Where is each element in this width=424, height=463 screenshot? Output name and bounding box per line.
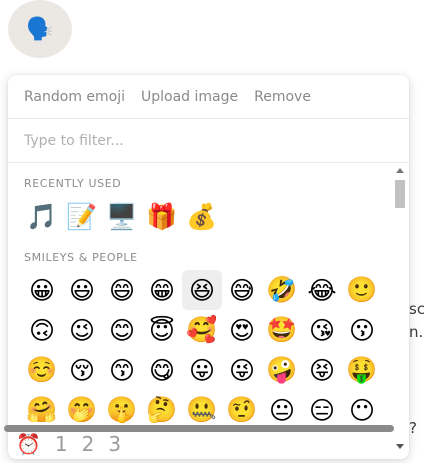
emoji-item[interactable]: 😃	[62, 270, 102, 310]
emoji-item[interactable]: 😄	[102, 270, 142, 310]
emoji-item[interactable]: 🙃	[22, 310, 62, 350]
tab-remove[interactable]: Remove	[254, 89, 311, 105]
emoji-item[interactable]: 🤭	[62, 390, 102, 430]
smileys-row-1: 😀 😃 😄 😁 😆 😅 🤣 😂 🙂	[22, 270, 382, 310]
speaking-head-icon: 🗣️	[26, 16, 54, 42]
emoji-item[interactable]: 😉	[62, 310, 102, 350]
page-2-button[interactable]: 2	[82, 432, 95, 456]
background-text-fragment: ?	[409, 419, 417, 437]
smileys-row-2: 🙃 😉 😊 😇 🥰 😍 🤩 😘 😗	[22, 310, 382, 350]
emoji-item[interactable]: 🤪	[262, 350, 302, 390]
emoji-item[interactable]: 🤩	[262, 310, 302, 350]
emoji-item[interactable]: 🤔	[142, 390, 182, 430]
emoji-item[interactable]: 😅	[222, 270, 262, 310]
category-footer: ⏰ 1 2 3	[16, 432, 135, 456]
emoji-item[interactable]: 🥰	[182, 310, 222, 350]
scroll-down-arrow-icon[interactable]	[396, 444, 404, 449]
emoji-memo[interactable]: 📝	[62, 197, 102, 237]
emoji-item[interactable]: 😝	[302, 350, 342, 390]
emoji-item[interactable]: 😂	[302, 270, 342, 310]
emoji-item[interactable]: 😁	[142, 270, 182, 310]
emoji-music-notes[interactable]: 🎵	[22, 197, 62, 237]
emoji-item[interactable]: 😍	[222, 310, 262, 350]
emoji-item[interactable]: 😗	[342, 310, 382, 350]
emoji-item[interactable]: 😀	[22, 270, 62, 310]
filter-input[interactable]	[24, 132, 364, 149]
emoji-item[interactable]: 😛	[182, 350, 222, 390]
emoji-item[interactable]: 🤫	[102, 390, 142, 430]
smileys-row-3: ☺️ 😚 😙 😋 😛 😜 🤪 😝 🤑	[22, 350, 382, 390]
vertical-scrollbar-thumb[interactable]	[395, 180, 405, 208]
emoji-item[interactable]: 🤐	[182, 390, 222, 430]
filter-row	[8, 119, 409, 163]
smileys-row-4: 🤗 🤭 🤫 🤔 🤐 🤨 😐 😑 😶	[22, 390, 382, 430]
emoji-item[interactable]: 😜	[222, 350, 262, 390]
emoji-item[interactable]: 🙂	[342, 270, 382, 310]
emoji-gift[interactable]: 🎁	[142, 197, 182, 237]
emoji-item[interactable]: 🤨	[222, 390, 262, 430]
recent-emoji-row: 🎵 📝 🖥️ 🎁 💰	[22, 197, 222, 237]
emoji-item[interactable]: 😐	[262, 390, 302, 430]
emoji-scroll-area[interactable]: RECENTLY USED 🎵 📝 🖥️ 🎁 💰 SMILEYS & PEOPL…	[8, 163, 409, 459]
emoji-item[interactable]: ☺️	[22, 350, 62, 390]
scroll-up-arrow-icon[interactable]	[396, 168, 404, 173]
emoji-item[interactable]: 😋	[142, 350, 182, 390]
emoji-item-hovered[interactable]: 😆	[182, 270, 222, 310]
emoji-item[interactable]: 😇	[142, 310, 182, 350]
tab-upload-image[interactable]: Upload image	[141, 89, 238, 105]
emoji-item[interactable]: 🤗	[22, 390, 62, 430]
section-title-recent: RECENTLY USED	[24, 177, 122, 190]
emoji-item[interactable]: 😊	[102, 310, 142, 350]
page-3-button[interactable]: 3	[108, 432, 121, 456]
emoji-desktop-computer[interactable]: 🖥️	[102, 197, 142, 237]
background-text-fragment: sc	[409, 300, 424, 318]
background-text-fragment: n.	[409, 323, 424, 341]
emoji-money-bag[interactable]: 💰	[182, 197, 222, 237]
section-title-smileys: SMILEYS & PEOPLE	[24, 251, 138, 264]
emoji-item[interactable]: 😑	[302, 390, 342, 430]
picker-tabs: Random emoji Upload image Remove	[8, 75, 409, 119]
horizontal-scrollbar-thumb[interactable]	[4, 425, 394, 432]
emoji-item[interactable]: 🤣	[262, 270, 302, 310]
alarm-clock-icon[interactable]: ⏰	[16, 432, 41, 456]
emoji-item[interactable]: 🤑	[342, 350, 382, 390]
emoji-item[interactable]: 😘	[302, 310, 342, 350]
emoji-item[interactable]: 😶	[342, 390, 382, 430]
emoji-item[interactable]: 😚	[62, 350, 102, 390]
vertical-scrollbar[interactable]	[393, 163, 407, 455]
emoji-picker-popover: Random emoji Upload image Remove RECENTL…	[8, 75, 409, 459]
emoji-avatar-button[interactable]: 🗣️	[8, 0, 72, 58]
tab-random-emoji[interactable]: Random emoji	[24, 89, 125, 105]
emoji-item[interactable]: 😙	[102, 350, 142, 390]
page-1-button[interactable]: 1	[55, 432, 68, 456]
